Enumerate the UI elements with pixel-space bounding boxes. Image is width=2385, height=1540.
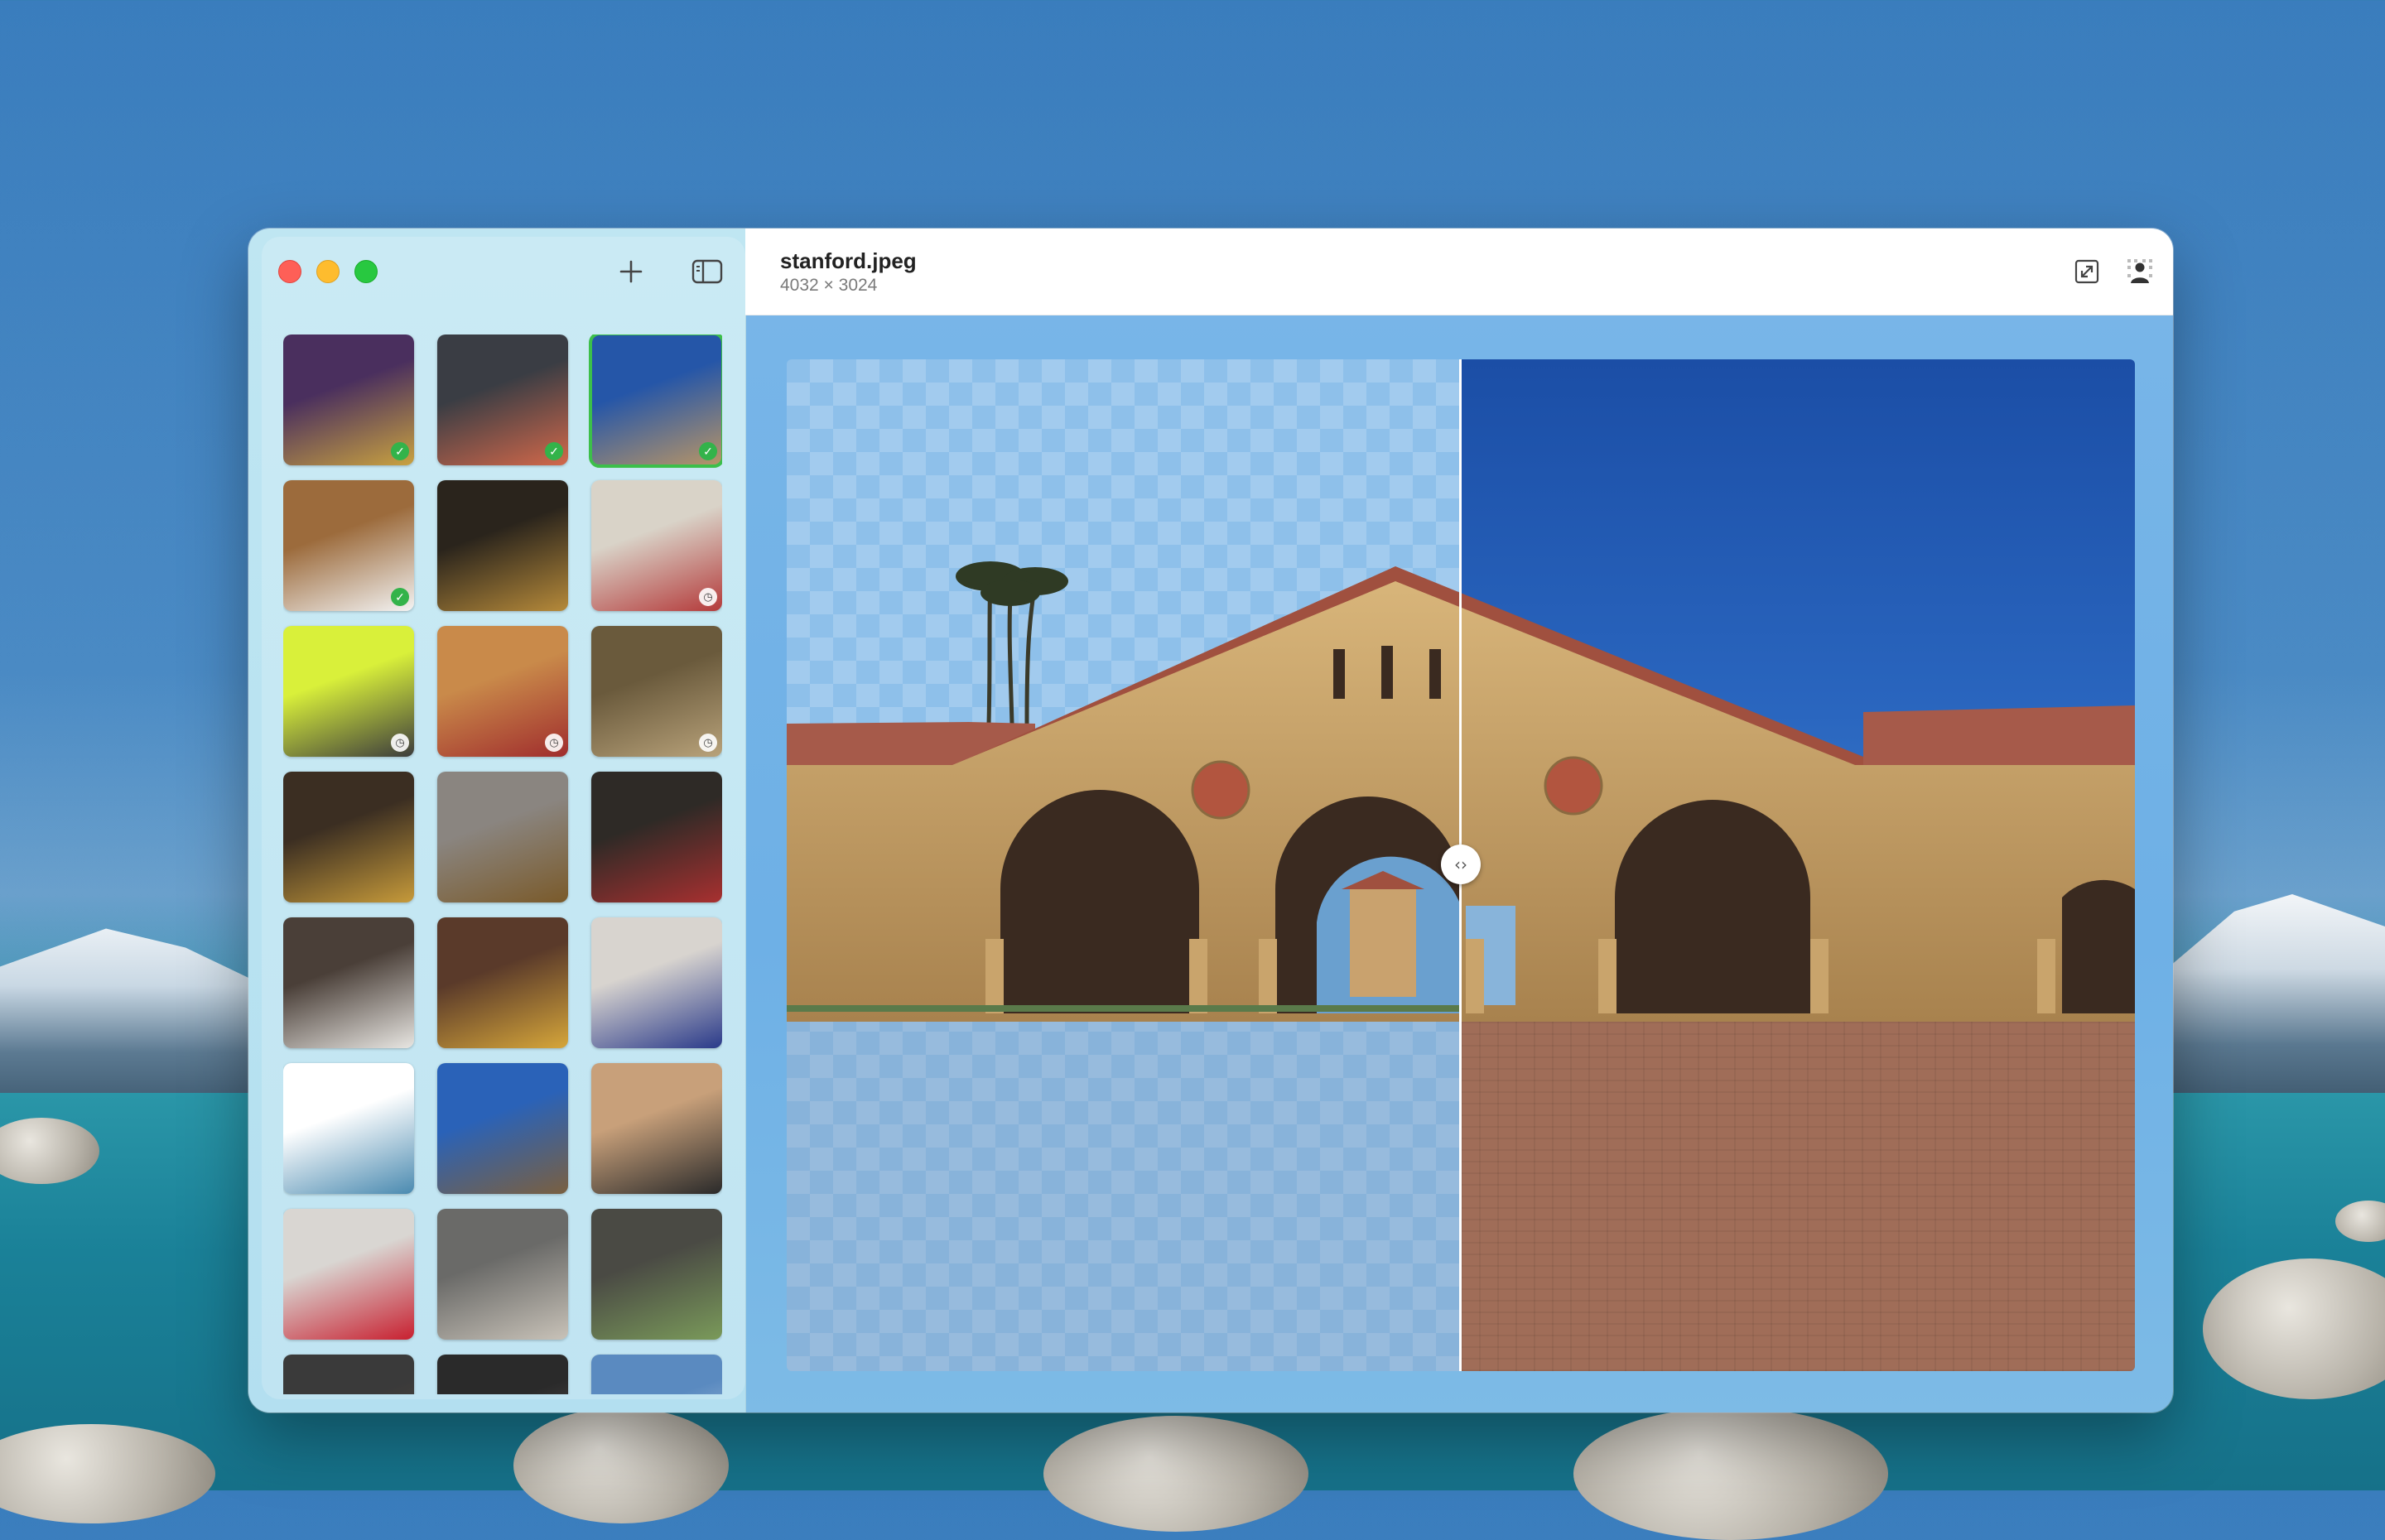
checkmark-icon: ✓ <box>391 588 409 606</box>
thumbnail-sample-only-shirt[interactable]: ◷ <box>283 626 414 757</box>
thumbnail-spray-bottle[interactable] <box>283 917 414 1048</box>
zoom-window-button[interactable] <box>354 260 378 283</box>
thumbnail-remote-in-hand[interactable] <box>591 1063 722 1194</box>
clock-icon: ◷ <box>545 734 563 752</box>
thumbnail-partial-2[interactable] <box>437 1355 568 1394</box>
sidebar: ✓ ✓ ✓ ✓ ◷ ◷ ◷ ◷ <box>248 229 746 1412</box>
thumbnail-blue-figures-art[interactable] <box>591 917 722 1048</box>
wallpaper-mountain <box>2153 894 2385 1109</box>
thumbnail-renaissance-portrait[interactable] <box>591 772 722 902</box>
sidebar-toggle-icon <box>691 259 723 284</box>
checkmark-icon: ✓ <box>545 442 563 460</box>
thumbnail-store-front[interactable]: ✓ <box>437 334 568 465</box>
thumbnail-eiffel-tower-day[interactable] <box>437 1063 568 1194</box>
close-window-button[interactable] <box>278 260 301 283</box>
minimize-window-button[interactable] <box>316 260 340 283</box>
file-name: stanford.jpeg <box>780 248 917 273</box>
thumbnail-portrait-in-frame[interactable] <box>437 772 568 902</box>
thumbnail-stanford-arches[interactable]: ✓ <box>589 334 722 468</box>
thumbnail-dragon-figurine[interactable] <box>283 1063 414 1194</box>
chevrons-horizontal-icon: ‹› <box>1454 854 1467 874</box>
add-image-button[interactable] <box>611 252 651 291</box>
thumbnail-framed-still-life[interactable]: ◷ <box>591 626 722 757</box>
resize-button[interactable] <box>2065 250 2108 293</box>
checkmark-icon: ✓ <box>391 442 409 460</box>
person-cutout-icon <box>2127 259 2152 283</box>
thumbnail-grid: ✓ ✓ ✓ ✓ ◷ ◷ ◷ ◷ <box>283 334 722 1394</box>
thumbnail-warehouse-boxes[interactable] <box>437 1209 568 1340</box>
compare-slider-handle[interactable]: ‹› <box>1441 845 1481 884</box>
thumbnail-eiffel-tower-night[interactable] <box>437 480 568 611</box>
wallpaper-rock <box>1573 1408 1888 1540</box>
thumbnail-stained-glass-interior[interactable]: ✓ <box>283 334 414 465</box>
thumbnail-prime-shirt[interactable]: ✓ <box>283 480 414 611</box>
wallpaper-mountain <box>0 928 265 1109</box>
checkmark-icon: ✓ <box>699 442 717 460</box>
thumbnail-red-gift-boxes[interactable] <box>283 1209 414 1340</box>
brick-plaza <box>1461 1005 2135 1371</box>
plus-icon <box>619 260 643 283</box>
title-bar: stanford.jpeg 4032 × 3024 <box>745 229 2173 315</box>
wallpaper-rock <box>513 1408 729 1523</box>
clock-icon: ◷ <box>391 734 409 752</box>
thumbnail-packaged-item[interactable] <box>591 1209 722 1340</box>
thumbnail-tile-pattern[interactable]: ◷ <box>591 480 722 611</box>
clock-icon: ◷ <box>699 734 717 752</box>
thumbnail-partial-1[interactable] <box>283 1355 414 1394</box>
toggle-sidebar-button[interactable] <box>687 252 727 291</box>
wallpaper-rock <box>1043 1416 1308 1532</box>
remove-background-button[interactable] <box>2118 250 2161 293</box>
expand-icon <box>2074 259 2099 284</box>
thumbnail-round-painting[interactable] <box>283 772 414 902</box>
thumbnail-laptop-on-table[interactable]: ◷ <box>437 626 568 757</box>
image-compare-view[interactable]: ‹› <box>787 359 2135 1371</box>
image-dimensions: 4032 × 3024 <box>780 276 878 295</box>
thumbnail-hanging-lights[interactable] <box>437 917 568 1048</box>
clock-icon: ◷ <box>699 588 717 606</box>
thumbnail-partial-3[interactable] <box>591 1355 722 1394</box>
app-window: ✓ ✓ ✓ ✓ ◷ ◷ ◷ ◷ stanford.jpeg 4032 × 3024 <box>248 229 2173 1412</box>
